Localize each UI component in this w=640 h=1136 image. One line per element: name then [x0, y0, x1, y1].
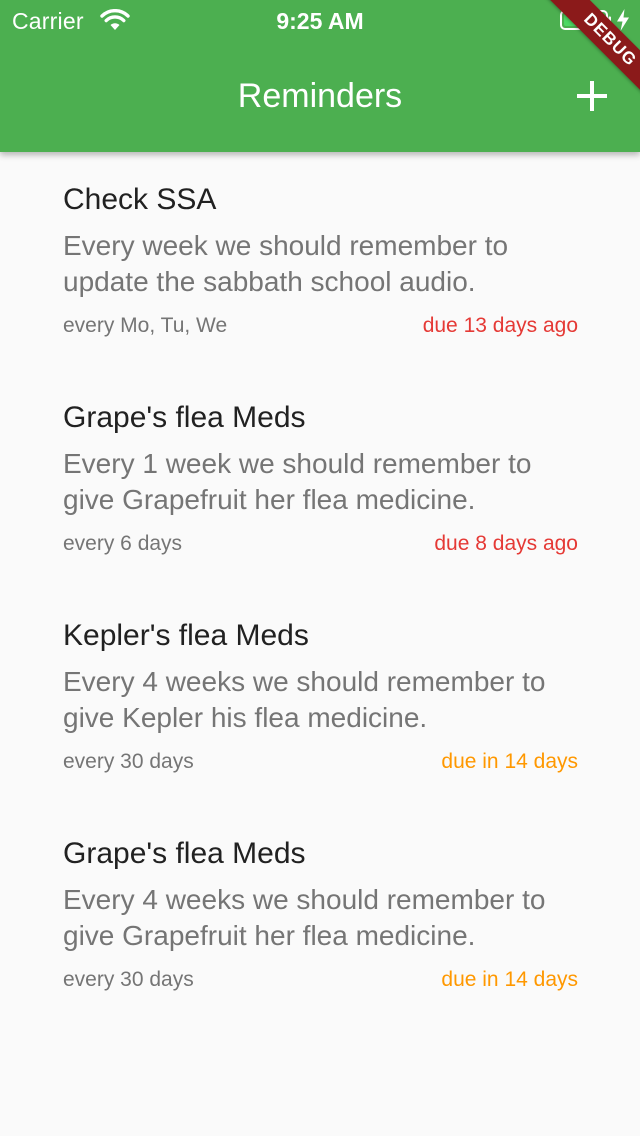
reminder-item[interactable]: Kepler's flea Meds Every 4 weeks we shou… — [63, 588, 578, 788]
status-time: 9:25 AM — [276, 8, 364, 34]
reminder-item[interactable]: Grape's flea Meds Every 1 week we should… — [63, 370, 578, 570]
reminder-item[interactable]: Grape's flea Meds Every 4 weeks we shoul… — [63, 806, 578, 1006]
reminder-title: Check SSA — [63, 183, 217, 216]
reminder-description: Every 4 weeks we should remember to give… — [63, 884, 546, 951]
reminder-due-status: due in 14 days — [441, 750, 578, 773]
reminder-title: Grape's flea Meds — [63, 837, 306, 870]
reminder-description: Every week we should remember to update … — [63, 230, 509, 297]
plus-icon — [577, 81, 607, 111]
add-reminder-button[interactable] — [566, 70, 618, 122]
page-title: Reminders — [237, 77, 403, 115]
reminder-title: Grape's flea Meds — [63, 401, 306, 434]
reminder-due-status: due 13 days ago — [422, 314, 578, 337]
reminder-schedule: every 6 days — [63, 532, 183, 555]
reminder-schedule: every 30 days — [63, 968, 194, 991]
reminder-description: Every 1 week we should remember to give … — [63, 448, 532, 515]
reminder-item[interactable]: Check SSA Every week we should remember … — [63, 152, 578, 352]
status-bar: Carrier 9:25 AM — [0, 0, 640, 40]
reminder-due-status: due 8 days ago — [434, 532, 578, 555]
reminder-description: Every 4 weeks we should remember to give… — [63, 666, 546, 733]
app-bar: Carrier 9:25 AM Reminders DEBUG — [0, 0, 640, 152]
reminder-title: Kepler's flea Meds — [63, 619, 309, 652]
reminder-schedule: every Mo, Tu, We — [63, 314, 228, 337]
reminder-due-status: due in 14 days — [441, 968, 578, 991]
reminder-schedule: every 30 days — [63, 750, 194, 773]
